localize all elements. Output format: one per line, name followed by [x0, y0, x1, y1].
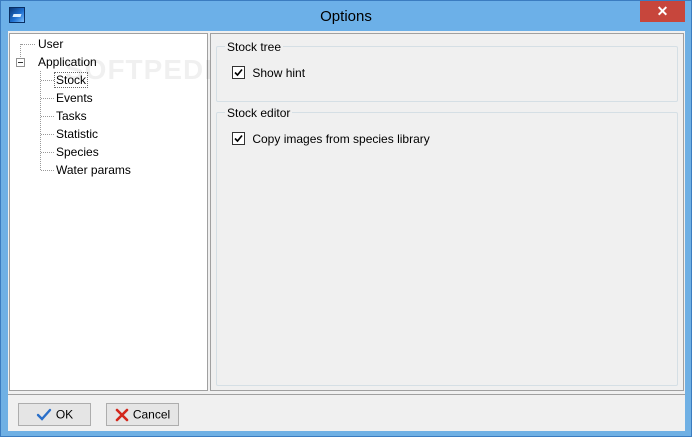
- tree-item-label: Species: [56, 145, 99, 159]
- tree-connector-line: [40, 71, 41, 170]
- close-button[interactable]: ✕: [640, 1, 685, 22]
- stock-editor-group: Stock editor Copy images from species li…: [216, 105, 678, 386]
- tree-item-label: Stock: [54, 72, 89, 88]
- tree-item-label: Tasks: [56, 109, 87, 123]
- stock-tree-group: Stock tree Show hint: [216, 39, 678, 102]
- options-window: Options ✕ SOFTPEDIA User Application Sto: [0, 0, 692, 437]
- tree-item-events[interactable]: Events: [54, 90, 95, 106]
- copy-images-checkbox[interactable]: [232, 132, 245, 146]
- checkmark-icon: [36, 408, 52, 421]
- tree-item-label: Events: [56, 91, 93, 105]
- cancel-label: Cancel: [132, 407, 171, 422]
- ok-label: OK: [55, 407, 74, 422]
- tree-item-stock[interactable]: Stock: [54, 72, 89, 88]
- options-tree[interactable]: SOFTPEDIA User Application Stock Events: [9, 33, 233, 391]
- tree-connector-line: [41, 134, 54, 135]
- group-title: Stock editor: [225, 105, 293, 121]
- tree-item-species[interactable]: Species: [54, 144, 101, 160]
- tree-connector-line: [41, 170, 54, 171]
- checkmark-icon: [234, 69, 243, 77]
- title-bar[interactable]: Options ✕: [1, 1, 691, 31]
- tree-item-label: User: [38, 37, 64, 51]
- copy-images-label: Copy images from species library: [252, 131, 430, 146]
- tree-item-label: Statistic: [56, 127, 99, 141]
- dialog-client-area: SOFTPEDIA User Application Stock Events: [8, 31, 685, 431]
- tree-connector-line: [41, 80, 54, 81]
- show-hint-label: Show hint: [252, 65, 306, 80]
- copy-images-checkbox-row[interactable]: Copy images from species library: [232, 131, 430, 147]
- settings-panel: Stock tree Show hint Stock editor Copy i…: [210, 33, 684, 391]
- tree-connector-line: [41, 152, 54, 153]
- tree-item-statistic[interactable]: Statistic: [54, 126, 100, 142]
- window-title: Options: [320, 8, 372, 25]
- tree-item-user[interactable]: User: [36, 36, 65, 52]
- cross-icon: [115, 408, 129, 422]
- collapse-icon[interactable]: [16, 58, 25, 67]
- ok-button[interactable]: OK: [18, 403, 91, 426]
- group-title: Stock tree: [225, 39, 284, 55]
- tree-item-water-params[interactable]: Water params: [54, 162, 133, 178]
- tree-item-label: Application: [38, 55, 97, 69]
- tree-item-label: Water params: [56, 163, 131, 177]
- tree-item-application[interactable]: Application: [36, 54, 99, 70]
- show-hint-checkbox-row[interactable]: Show hint: [232, 65, 305, 81]
- tree-connector-line: [41, 116, 54, 117]
- tree-connector-line: [21, 44, 35, 45]
- tree-connector-line: [41, 98, 54, 99]
- checkmark-icon: [234, 135, 243, 143]
- tree-item-tasks[interactable]: Tasks: [54, 108, 89, 124]
- button-bar: OK Cancel: [8, 394, 685, 431]
- show-hint-checkbox[interactable]: [232, 66, 245, 80]
- cancel-button[interactable]: Cancel: [106, 403, 179, 426]
